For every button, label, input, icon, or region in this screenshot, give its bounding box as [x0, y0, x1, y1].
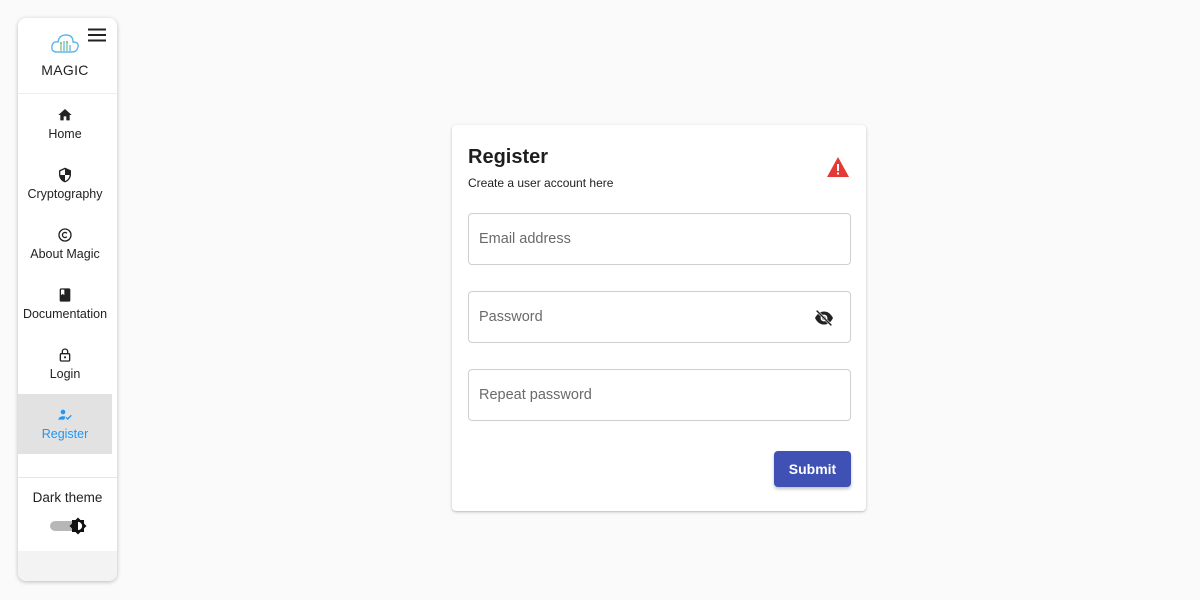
- nav-list: Home Cryptography About Magic Documentat…: [18, 94, 117, 454]
- shield-icon: [59, 167, 71, 183]
- sidebar-item-register[interactable]: Register: [18, 394, 112, 454]
- brightness-icon: [69, 517, 87, 535]
- sidebar-item-label: Register: [41, 427, 89, 441]
- sidebar-footer: [18, 551, 117, 581]
- visibility-off-icon[interactable]: [814, 309, 834, 327]
- sidebar-item-label: Home: [48, 127, 82, 141]
- page-title: Register: [468, 146, 549, 168]
- sidebar-item-label: About Magic: [30, 247, 100, 261]
- cloud-logo-icon: [51, 34, 79, 53]
- repeat-password-input[interactable]: [469, 370, 850, 420]
- sidebar-nav: MAGIC Home Cryptography About Magic Docu…: [18, 18, 117, 581]
- theme-section: Dark theme: [18, 477, 117, 551]
- sidebar-item-cryptography[interactable]: Cryptography: [18, 154, 112, 214]
- password-input[interactable]: [469, 292, 850, 342]
- hamburger-menu-icon[interactable]: [87, 27, 107, 43]
- email-input[interactable]: [469, 214, 850, 264]
- dark-theme-label: Dark theme: [32, 490, 103, 505]
- submit-button[interactable]: Submit: [774, 451, 851, 487]
- copyright-icon: [58, 228, 72, 242]
- brand-header: MAGIC: [18, 18, 117, 94]
- password-field: [468, 291, 851, 343]
- lock-open-icon: [59, 348, 71, 362]
- app-name: MAGIC: [41, 62, 89, 78]
- sidebar-item-home[interactable]: Home: [18, 94, 112, 154]
- sidebar-item-login[interactable]: Login: [18, 334, 112, 394]
- page-subtitle: Create a user account here: [468, 176, 614, 190]
- sidebar-item-label: Documentation: [22, 307, 108, 321]
- sidebar-item-label: Cryptography: [27, 187, 103, 201]
- warning-icon: [827, 157, 849, 177]
- home-icon: [58, 109, 72, 121]
- sidebar-item-label: Login: [49, 367, 81, 381]
- sidebar-item-documentation[interactable]: Documentation: [18, 274, 112, 334]
- email-field: [468, 213, 851, 265]
- book-icon: [59, 288, 71, 302]
- repeat-password-field: [468, 369, 851, 421]
- dark-theme-toggle[interactable]: [50, 516, 88, 536]
- person-check-icon: [58, 409, 72, 420]
- register-card: Register Create a user account here Subm…: [452, 125, 866, 511]
- sidebar-item-about-magic[interactable]: About Magic: [18, 214, 112, 274]
